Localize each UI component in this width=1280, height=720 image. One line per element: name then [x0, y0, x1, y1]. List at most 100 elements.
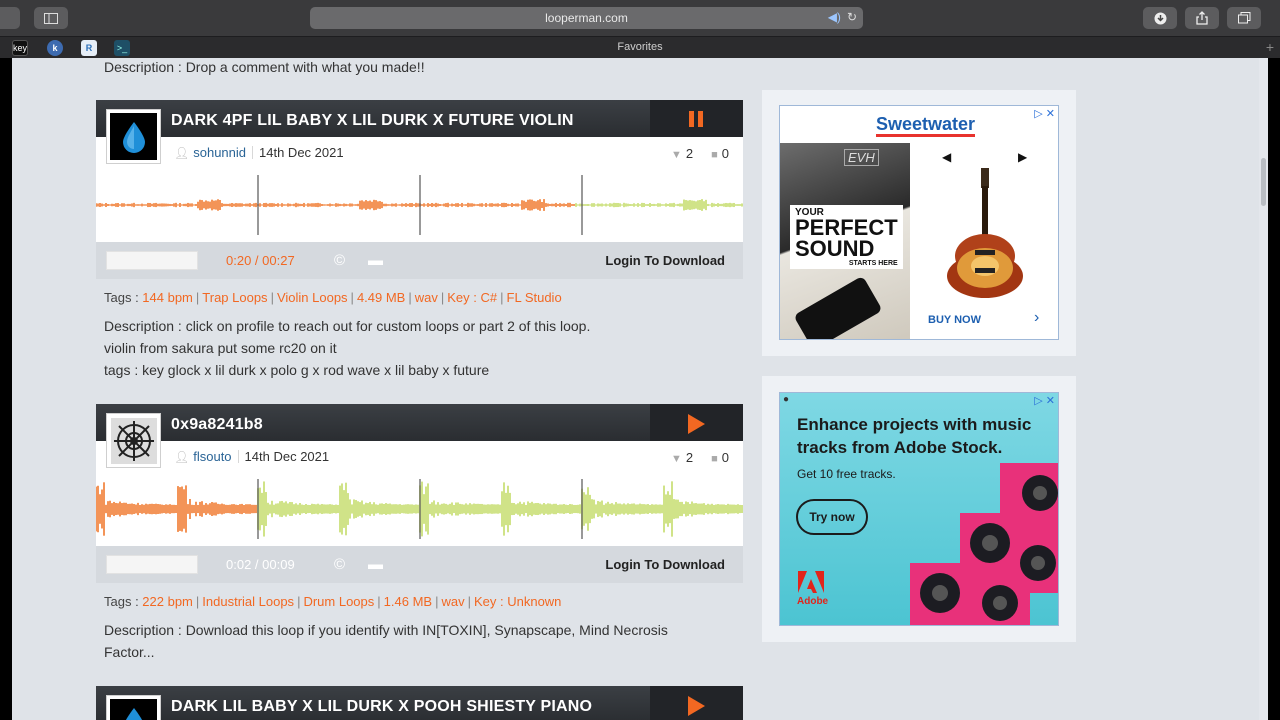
- loop-waveform[interactable]: [96, 175, 743, 235]
- comment-bubble-icon[interactable]: ▬: [368, 252, 383, 269]
- tag-separator: |: [408, 290, 412, 305]
- right-edge: [1268, 58, 1280, 720]
- tag-link[interactable]: Industrial Loops: [202, 594, 294, 609]
- adobe-stock-ad[interactable]: ▷ ✕ ● Enhance projects with music tracks…: [779, 392, 1059, 626]
- loop-author-link[interactable]: sohunnid: [193, 145, 246, 160]
- tag-link[interactable]: wav: [415, 290, 438, 305]
- description-line: violin from sakura put some rc20 on it: [104, 340, 337, 356]
- loop-avatar[interactable]: [106, 695, 161, 720]
- loop-title[interactable]: DARK 4PF LIL BABY X LIL DURK X FUTURE VI…: [171, 100, 574, 137]
- ad-headline-2: PERFECT: [795, 215, 898, 240]
- guitar-icon: [947, 168, 1023, 298]
- tag-separator: |: [270, 290, 274, 305]
- speaker-icon[interactable]: ◀): [828, 10, 841, 24]
- abstract-pattern-icon: [110, 417, 157, 464]
- tag-link[interactable]: Violin Loops: [277, 290, 348, 305]
- left-edge: [0, 58, 12, 720]
- left-toolbar-button[interactable]: [0, 7, 20, 29]
- tag-link[interactable]: Drum Loops: [303, 594, 374, 609]
- loop-avatar[interactable]: [106, 109, 161, 164]
- tag-link[interactable]: Trap Loops: [202, 290, 267, 305]
- loop-tags: Tags : 144 bpm | Trap Loops | Violin Loops | 4…: [104, 290, 562, 305]
- comment-count[interactable]: ■ 0: [711, 146, 729, 161]
- speaker-stack-image: [910, 463, 1058, 625]
- loop-author-link[interactable]: flsouto: [193, 449, 231, 464]
- downloads-button[interactable]: [1143, 7, 1177, 29]
- loop-card: 0x9a8241b8 👤︎ flsouto 14th Dec 2021 ▼ 2 ■…: [96, 404, 743, 583]
- scrollbar-thumb[interactable]: [1261, 158, 1266, 206]
- share-button[interactable]: [1185, 7, 1219, 29]
- tags-label: Tags :: [104, 594, 143, 609]
- browser-toolbar: looperman.com ◀) ↻: [0, 0, 1280, 36]
- loop-description: Description : click on profile to reach …: [104, 315, 734, 381]
- loop-body: 👤︎ sohunnid 14th Dec 2021 ▼ 2 ■ 0: [96, 137, 743, 242]
- login-to-download-link[interactable]: Login To Download: [605, 557, 725, 572]
- previous-loop-description: Description : Drop a comment with what y…: [104, 59, 425, 75]
- pause-button[interactable]: [650, 100, 743, 137]
- tabs-icon: [1237, 12, 1250, 24]
- tag-link[interactable]: FL Studio: [507, 290, 562, 305]
- sweetwater-logo: Sweetwater: [876, 114, 976, 137]
- sidebar-icon: [44, 12, 58, 24]
- playback-time: 0:20 / 00:27: [226, 253, 295, 268]
- copyright-icon: ©: [334, 556, 346, 573]
- adobe-brand: Adobe: [797, 596, 829, 607]
- loop-description: Description : Download this loop if you …: [104, 619, 734, 663]
- tag-link[interactable]: Key : C#: [447, 290, 497, 305]
- login-to-download-link[interactable]: Login To Download: [605, 253, 725, 268]
- loop-title[interactable]: 0x9a8241b8: [171, 404, 263, 441]
- play-icon: [688, 414, 705, 434]
- url-text: looperman.com: [545, 11, 628, 25]
- ad-close-icon[interactable]: ▷ ✕: [1034, 394, 1055, 407]
- vote-count[interactable]: ▼ 2: [671, 450, 693, 465]
- copyright-icon: ©: [334, 252, 346, 269]
- ad-close-icon[interactable]: ▷ ✕: [1034, 107, 1055, 120]
- loop-waveform[interactable]: [96, 479, 743, 539]
- loop-title[interactable]: DARK LIL BABY X LIL DURK X POOH SHIESTY …: [171, 686, 592, 720]
- carousel-next-icon[interactable]: ▶: [1018, 150, 1027, 164]
- tags-label: Tags :: [104, 290, 143, 305]
- tag-link[interactable]: 144 bpm: [142, 290, 193, 305]
- play-icon: [688, 696, 705, 716]
- description-line: Factor...: [104, 644, 155, 660]
- loop-avatar[interactable]: [106, 413, 161, 468]
- loop-controls: 0:20 / 00:27 © ▬ Login To Download: [96, 242, 743, 279]
- user-icon: 👤︎: [174, 449, 190, 464]
- address-bar[interactable]: looperman.com ◀) ↻: [310, 7, 863, 29]
- tag-link[interactable]: 1.46 MB: [384, 594, 432, 609]
- buy-now-link[interactable]: BUY NOW: [928, 314, 981, 326]
- tag-separator: |: [350, 290, 354, 305]
- share-icon: [1196, 11, 1208, 25]
- comment-icon: ■: [711, 453, 718, 465]
- volume-bar[interactable]: [106, 555, 198, 574]
- sweetwater-ad[interactable]: ▷ ✕ Sweetwater EVH YOUR PERFECT SOUND ST…: [779, 105, 1059, 340]
- reload-icon[interactable]: ↻: [847, 10, 857, 24]
- sidebar-toggle-button[interactable]: [34, 7, 68, 29]
- chevron-right-icon[interactable]: ›: [1034, 309, 1039, 327]
- volume-bar[interactable]: [106, 251, 198, 270]
- tag-link[interactable]: 222 bpm: [142, 594, 193, 609]
- tag-separator: |: [500, 290, 504, 305]
- ad-panel: ▷ ✕ Sweetwater EVH YOUR PERFECT SOUND ST…: [762, 90, 1076, 356]
- comment-bubble-icon[interactable]: ▬: [368, 556, 383, 573]
- water-drop-icon: [125, 707, 142, 720]
- carousel-prev-icon[interactable]: ◀: [942, 150, 951, 164]
- new-tab-icon[interactable]: +: [1266, 39, 1274, 55]
- download-icon: [1154, 12, 1166, 24]
- tag-link[interactable]: Key : Unknown: [474, 594, 561, 609]
- play-button[interactable]: [650, 404, 743, 441]
- ad-info-icon[interactable]: ●: [783, 394, 789, 405]
- comment-icon: ■: [711, 149, 718, 161]
- tag-link[interactable]: wav: [441, 594, 464, 609]
- tag-separator: |: [297, 594, 301, 609]
- loop-header: 0x9a8241b8: [96, 404, 743, 441]
- try-now-button[interactable]: Try now: [796, 499, 868, 535]
- loop-header: DARK LIL BABY X LIL DURK X POOH SHIESTY …: [96, 686, 743, 720]
- tag-separator: |: [435, 594, 439, 609]
- page-scrollbar[interactable]: [1259, 58, 1268, 720]
- tag-link[interactable]: 4.49 MB: [357, 290, 405, 305]
- play-button[interactable]: [650, 686, 743, 720]
- vote-count[interactable]: ▼ 2: [671, 146, 693, 161]
- comment-count[interactable]: ■ 0: [711, 450, 729, 465]
- tabs-button[interactable]: [1227, 7, 1261, 29]
